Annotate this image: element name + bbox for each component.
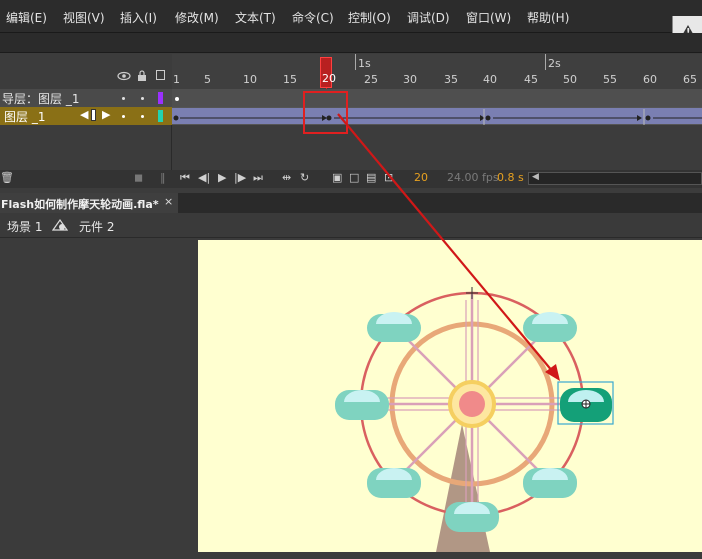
prev-keyframe-icon[interactable]: ◀ [80, 108, 88, 121]
layer-name: 导层：图层 _1 [2, 92, 80, 106]
onion-markers-icon[interactable]: ⊡ [384, 171, 393, 184]
close-icon[interactable]: × [164, 195, 173, 208]
frame-number: 15 [283, 73, 297, 86]
motion-tween-frames[interactable] [172, 107, 702, 125]
ruler-second-2: 2s [548, 57, 561, 70]
hub [459, 391, 485, 417]
layer-name: 图层 _1 [4, 110, 46, 124]
frame-number: 55 [603, 73, 617, 86]
gondola [367, 468, 421, 498]
gondola [367, 312, 421, 342]
scroll-left-icon[interactable]: ◀ [532, 172, 539, 182]
current-frame-field[interactable]: 20 [414, 171, 428, 184]
timeline-scrollbar[interactable]: ◀ [528, 172, 702, 185]
menu-help[interactable]: 帮助(H) [527, 9, 569, 26]
document-tab-title: Flash如何制作摩天轮动画.fla* [1, 198, 159, 211]
menu-view[interactable]: 视图(V) [63, 9, 105, 26]
timeline-header-strip [0, 33, 702, 53]
frame-number: 10 [243, 73, 257, 86]
menu-text[interactable]: 文本(T) [235, 9, 276, 26]
playhead-frame-label: 20 [322, 72, 336, 85]
empty-frames-area [172, 125, 702, 170]
menu-bar: 编辑(E) 视图(V) 插入(I) 修改(M) 文本(T) 命令(C) 控制(O… [0, 0, 702, 33]
frame-number: 1 [173, 73, 180, 86]
ferris-wheel-artwork [335, 287, 614, 552]
first-frame-icon[interactable]: ⏮ [180, 171, 190, 185]
trash-icon[interactable]: 🗑 [0, 171, 14, 184]
frame-number: 5 [204, 73, 211, 86]
frame-number: 25 [364, 73, 378, 86]
gondola [523, 468, 577, 498]
frame-number: 45 [524, 73, 538, 86]
ruler-second-1: 1s [358, 57, 371, 70]
keyframe-toggle-icon[interactable] [91, 109, 96, 121]
gondola [523, 312, 577, 342]
breadcrumb: 场景 1 元件 2 [0, 213, 702, 238]
wheel-support [436, 424, 490, 552]
playhead[interactable]: 20 [320, 57, 336, 88]
frame-rate-field[interactable]: 24.00 fps [447, 171, 499, 184]
document-tab[interactable]: Flash如何制作摩天轮动画.fla* × [0, 193, 178, 213]
symbol-icon [52, 218, 68, 231]
menu-insert[interactable]: 插入(I) [120, 9, 157, 26]
layer-row-guide[interactable]: 导层：图层 _1 [0, 89, 172, 107]
step-forward-icon[interactable]: |▶ [234, 171, 246, 184]
last-frame-icon[interactable]: ⏭ [253, 171, 263, 185]
menu-control[interactable]: 控制(O) [348, 9, 391, 26]
frame-number: 50 [563, 73, 577, 86]
timeline-controls: 🗑 ◼ ‖ ⏮ ◀| ▶ |▶ ⏭ ⇹ ↻ ▣ □ ▤ ⊡ 20 24.00 f… [0, 170, 702, 188]
camera-icon[interactable]: ◼ [134, 171, 143, 184]
layer-row-selected[interactable]: 图层 _1 ◀ ▶ [0, 107, 172, 125]
frame-number: 60 [643, 73, 657, 86]
frame-number: 40 [483, 73, 497, 86]
loop-icon[interactable]: ↻ [300, 171, 309, 184]
frame-number: 30 [403, 73, 417, 86]
breadcrumb-symbol[interactable]: 元件 2 [79, 218, 114, 235]
layer-color-swatch[interactable] [158, 92, 163, 104]
breadcrumb-scene[interactable]: 场景 1 [7, 218, 42, 235]
menu-modify[interactable]: 修改(M) [175, 9, 219, 26]
selected-gondola [557, 381, 614, 425]
frame-number: 65 [683, 73, 697, 86]
next-keyframe-icon[interactable]: ▶ [102, 108, 110, 121]
layer-list-empty [0, 125, 172, 170]
gondola [445, 502, 499, 532]
gondola [335, 390, 389, 420]
guide-layer-frames[interactable] [172, 89, 702, 107]
lock-icon[interactable] [138, 70, 146, 81]
layer-color-swatch[interactable] [158, 110, 163, 122]
eye-icon[interactable] [117, 71, 131, 81]
center-frame-icon[interactable]: ⇹ [282, 171, 291, 184]
layer-header-icons [117, 70, 146, 81]
onion-skin-icon[interactable]: ▣ [332, 171, 342, 184]
split-icon[interactable]: ‖ [160, 171, 166, 184]
outline-icon[interactable] [156, 70, 165, 80]
menu-edit[interactable]: 编辑(E) [6, 9, 47, 26]
menu-commands[interactable]: 命令(C) [292, 9, 334, 26]
onion-outline-icon[interactable]: □ [349, 171, 359, 184]
frame-number: 35 [444, 73, 458, 86]
edit-multiple-icon[interactable]: ▤ [366, 171, 376, 184]
play-icon[interactable]: ▶ [218, 171, 226, 184]
menu-debug[interactable]: 调试(D) [407, 9, 450, 26]
elapsed-time-field[interactable]: 0.8 s [497, 171, 524, 184]
document-tab-bar: Flash如何制作摩天轮动画.fla* × [0, 193, 702, 213]
menu-window[interactable]: 窗口(W) [466, 9, 511, 26]
step-back-icon[interactable]: ◀| [198, 171, 210, 184]
